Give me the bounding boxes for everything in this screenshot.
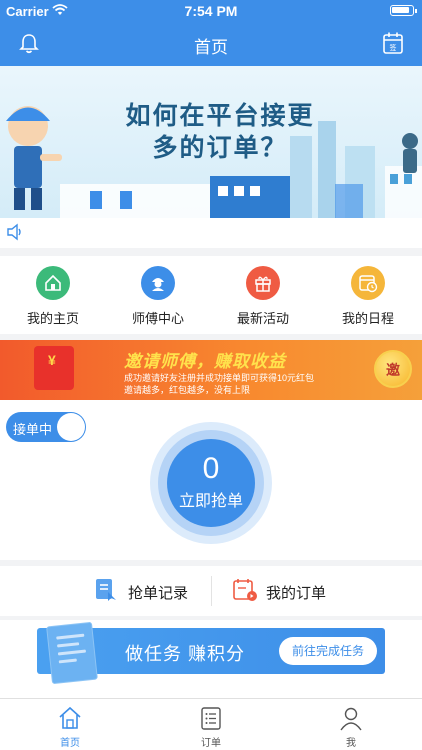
task-section: 做任务 赚积分 前往完成任务 — [0, 620, 422, 698]
shortcut-label: 我的日程 — [341, 311, 394, 326]
calendar-sign-icon[interactable]: 签 — [382, 31, 404, 55]
svg-text:签: 签 — [390, 43, 397, 52]
worker-icon — [141, 266, 175, 300]
gift-icon — [246, 266, 280, 300]
banner-headline-line1: 如何在平台接更 — [125, 102, 315, 130]
tab-label: 我 — [346, 738, 356, 749]
task-text: 做任务 赚积分 — [125, 644, 246, 664]
records-icon — [96, 579, 116, 601]
grab-button-ring: 0 立即抢单 — [150, 422, 272, 544]
shortcut-worker-center[interactable]: 师傅中心 — [108, 266, 208, 327]
task-banner[interactable]: 做任务 赚积分 前往完成任务 — [37, 621, 385, 685]
tab-orders[interactable]: 订单 — [171, 705, 251, 749]
tab-label: 订单 — [201, 738, 221, 749]
user-tab-icon — [340, 707, 362, 731]
tab-bar: 首页 订单 我 — [0, 698, 422, 750]
invite-promo-banner[interactable]: 邀请师傅，赚取收益 成功邀请好友注册并成功接单即可获得10元红包 邀请越多，红包… — [0, 340, 422, 400]
announcement-bar[interactable] — [0, 218, 422, 248]
page-title: 首页 — [194, 38, 228, 57]
speaker-icon — [7, 223, 21, 241]
list-tab-icon — [201, 707, 221, 730]
tab-label: 首页 — [60, 738, 80, 749]
home-tab-icon — [59, 706, 81, 729]
shortcut-my-homepage[interactable]: 我的主页 — [3, 266, 103, 327]
home-icon — [36, 266, 70, 300]
task-document-icon — [46, 621, 98, 685]
orders-icon — [233, 579, 257, 601]
divider — [211, 576, 212, 606]
shortcut-label: 师傅中心 — [131, 311, 184, 326]
shortcut-my-schedule[interactable]: 我的日程 — [318, 266, 418, 327]
tab-me[interactable]: 我 — [311, 705, 391, 749]
red-envelope-icon — [34, 346, 74, 390]
my-orders-label: 我的订单 — [266, 585, 327, 602]
grab-records-label: 抢单记录 — [128, 585, 189, 602]
shortcut-label: 最新活动 — [236, 311, 289, 326]
battery-icon — [390, 5, 417, 16]
status-bar: Carrier 7:54 PM — [0, 0, 422, 22]
grab-count: 0 — [202, 452, 220, 485]
toggle-knob — [57, 413, 85, 441]
invite-coin-icon: 邀 — [374, 350, 412, 388]
grab-records-link[interactable]: 抢单记录 — [94, 576, 204, 606]
orders-row: 抢单记录 我的订单 — [0, 566, 422, 616]
promo-line2: 邀请越多，红包越多，没有上限 — [124, 385, 251, 395]
accepting-orders-toggle[interactable]: 接单中 — [6, 412, 86, 442]
shortcut-latest-events[interactable]: 最新活动 — [213, 266, 313, 327]
toggle-label: 接单中 — [13, 422, 53, 437]
go-complete-task-button[interactable]: 前往完成任务 — [279, 637, 377, 665]
hero-banner[interactable]: 如何在平台接更 多的订单？ — [0, 66, 422, 218]
grab-order-section: 接单中 0 立即抢单 — [0, 400, 422, 560]
grab-order-button[interactable]: 0 立即抢单 — [167, 439, 255, 527]
schedule-icon — [351, 266, 385, 300]
shortcut-grid: 我的主页 师傅中心 最新活动 我的日程 — [0, 256, 422, 334]
nav-bar: 首页 签 — [0, 22, 422, 66]
grab-button-label: 立即抢单 — [178, 493, 243, 510]
shortcut-label: 我的主页 — [26, 311, 79, 326]
coin-label: 邀 — [386, 362, 400, 378]
tab-home[interactable]: 首页 — [30, 705, 110, 749]
banner-headline-line2: 多的订单？ — [152, 134, 288, 162]
clock: 7:54 PM — [184, 3, 238, 19]
banner-headline: 如何在平台接更 多的订单？ — [100, 100, 340, 164]
my-orders-link[interactable]: 我的订单 — [232, 576, 342, 606]
promo-title: 邀请师傅，赚取收益 — [124, 352, 286, 371]
